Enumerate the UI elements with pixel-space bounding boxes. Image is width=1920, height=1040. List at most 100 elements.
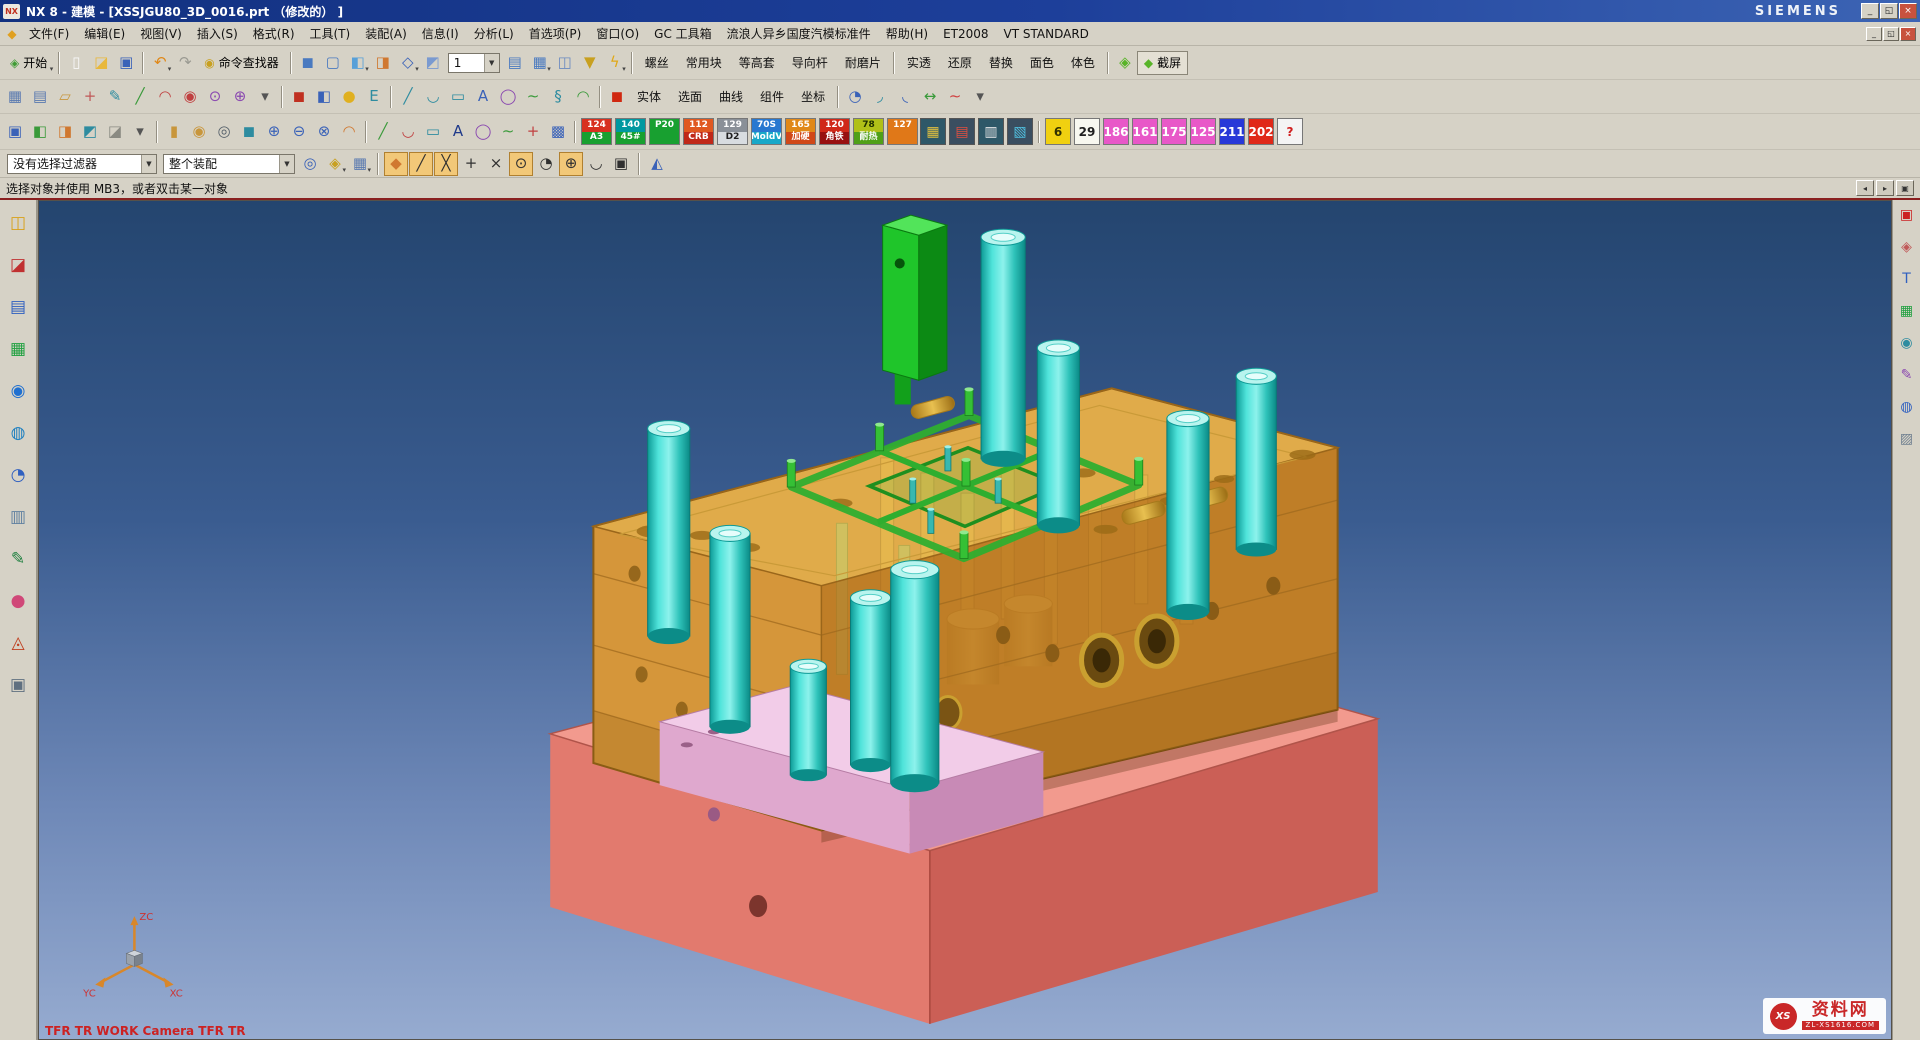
pattern-icon[interactable]: ▩: [546, 120, 570, 144]
common-block-button[interactable]: 常用块: [678, 52, 730, 74]
menu-gc-toolbox[interactable]: GC 工具箱: [647, 22, 719, 45]
menu-edit[interactable]: 编辑(E): [77, 22, 132, 45]
more-tools-icon[interactable]: ▾: [968, 85, 992, 109]
menu-tools[interactable]: 工具(T): [303, 22, 358, 45]
studio-render-icon[interactable]: ◧: [346, 51, 370, 75]
steel-tile-p20[interactable]: P20: [649, 118, 680, 145]
history-icon[interactable]: ◔: [5, 462, 32, 489]
menu-file[interactable]: 文件(F): [22, 22, 76, 45]
steel-tile-165[interactable]: 165加硬: [785, 118, 816, 145]
library-tile-2[interactable]: ▤: [949, 118, 975, 145]
mid-point-icon[interactable]: ╳: [434, 152, 458, 176]
hole-icon[interactable]: ◎: [212, 120, 236, 144]
mold-wizard-icon[interactable]: ▣: [3, 120, 27, 144]
layer-combo[interactable]: 1 ▼: [448, 53, 500, 73]
library-tile-1[interactable]: ▦: [920, 118, 946, 145]
process-studio-icon[interactable]: ▥: [5, 504, 32, 531]
restore-window-button[interactable]: ◱: [1880, 3, 1898, 19]
part-navigator-icon[interactable]: ▤: [5, 294, 32, 321]
graphics-window[interactable]: ZC XC YC TFR TR WORK Camera TFR TR XS 资料…: [38, 200, 1892, 1040]
insert-icon[interactable]: ◪: [103, 120, 127, 144]
combo-arrow-icon[interactable]: ▼: [141, 155, 156, 173]
ide-icon[interactable]: ✎: [5, 546, 32, 573]
rectangle-icon[interactable]: ▭: [446, 85, 470, 109]
constraint-navigator-icon[interactable]: ◪: [5, 252, 32, 279]
prompt-prev-icon[interactable]: ◂: [1856, 180, 1874, 196]
quick-tile-186[interactable]: 186: [1103, 118, 1129, 145]
control-point-icon[interactable]: +: [459, 152, 483, 176]
menu-format[interactable]: 格式(R): [246, 22, 302, 45]
view-layout-icon[interactable]: ▦: [3, 85, 27, 109]
steel-tile-120[interactable]: 120角铁: [819, 118, 850, 145]
capture-region-icon[interactable]: ◈: [1113, 51, 1137, 75]
orient-view-icon[interactable]: ◇: [396, 51, 420, 75]
quick-tile-161[interactable]: 161: [1132, 118, 1158, 145]
menu-help[interactable]: 帮助(H): [879, 22, 935, 45]
quick-tile-125[interactable]: 125: [1190, 118, 1216, 145]
arc-icon[interactable]: ◠: [153, 85, 177, 109]
existing-point-icon[interactable]: ⊕: [559, 152, 583, 176]
ellipse2-icon[interactable]: ◯: [471, 120, 495, 144]
details-panel-icon[interactable]: ▣: [5, 672, 32, 699]
dependencies-icon[interactable]: ◬: [5, 630, 32, 657]
replace-button[interactable]: 替换: [981, 52, 1021, 74]
shell-icon[interactable]: ●: [337, 85, 361, 109]
selection-filter-combo[interactable]: 没有选择过滤器 ▼: [7, 154, 157, 174]
steel-tile-112-crb[interactable]: 112CRB: [683, 118, 714, 145]
j-curve-icon[interactable]: ◞: [868, 85, 892, 109]
command-finder-button[interactable]: ◉ 命令查找器: [197, 51, 286, 75]
dialog-rail-icon[interactable]: ▣: [1896, 180, 1914, 196]
library-tile-3[interactable]: ▥: [978, 118, 1004, 145]
rect2-icon[interactable]: ▭: [421, 120, 445, 144]
curve-filter-button[interactable]: 曲线: [711, 86, 751, 108]
move-object-icon[interactable]: ◫: [553, 51, 577, 75]
red-spline-icon[interactable]: ∼: [943, 85, 967, 109]
arc2-icon[interactable]: ◡: [396, 120, 420, 144]
layer-settings-icon[interactable]: ▤: [503, 51, 527, 75]
solid-filter-button[interactable]: 实体: [629, 86, 669, 108]
web-browser-icon[interactable]: ◍: [5, 420, 32, 447]
roles-icon[interactable]: ●: [5, 588, 32, 615]
menu-insert[interactable]: 插入(S): [190, 22, 245, 45]
grid-snap-icon[interactable]: ▦: [1895, 299, 1918, 322]
unite-icon[interactable]: ⊕: [262, 120, 286, 144]
line2-icon[interactable]: ╱: [371, 120, 395, 144]
mold-more-icon[interactable]: ▾: [128, 120, 152, 144]
spline2-icon[interactable]: ∼: [496, 120, 520, 144]
ellipse-icon[interactable]: ◯: [496, 85, 520, 109]
datum-csys-icon[interactable]: +: [78, 85, 102, 109]
block-icon[interactable]: ◼: [237, 120, 261, 144]
snapshot-view-icon[interactable]: ◩: [421, 51, 445, 75]
filter-icon[interactable]: ▼: [578, 51, 602, 75]
extrude-icon[interactable]: ▮: [162, 120, 186, 144]
text-icon[interactable]: A: [471, 85, 495, 109]
point2-icon[interactable]: +: [521, 120, 545, 144]
menu-analysis[interactable]: 分析(L): [467, 22, 521, 45]
selection-radius-icon[interactable]: ◎: [298, 152, 322, 176]
profile-icon[interactable]: ╱: [128, 85, 152, 109]
quick-tile-175[interactable]: 175: [1161, 118, 1187, 145]
pen-tool-icon[interactable]: ✎: [1895, 363, 1918, 386]
top-selection-icon[interactable]: ▦: [348, 152, 372, 176]
redo-icon[interactable]: ↷: [173, 51, 197, 75]
quick-tile-202[interactable]: 202: [1248, 118, 1274, 145]
subtract-icon[interactable]: ⊖: [287, 120, 311, 144]
quick-tile-help[interactable]: ?: [1277, 118, 1303, 145]
more-curves-icon[interactable]: ▾: [253, 85, 277, 109]
revolve-icon[interactable]: ◉: [187, 120, 211, 144]
mold-cavity-icon[interactable]: ◼: [287, 85, 311, 109]
undo-icon[interactable]: ↶: [148, 51, 172, 75]
guide-rod-button[interactable]: 导向杆: [784, 52, 836, 74]
combo-arrow-icon[interactable]: ▼: [279, 155, 294, 173]
menu-vt-standard[interactable]: VT STANDARD: [997, 24, 1096, 44]
wear-plate-button[interactable]: 耐磨片: [837, 52, 889, 74]
menu-custom-standard[interactable]: 流浪人异乡国度汽模标准件: [720, 22, 878, 45]
measure-icon[interactable]: ◔: [843, 85, 867, 109]
menu-assemblies[interactable]: 装配(A): [358, 22, 414, 45]
edge-blend-icon[interactable]: ◠: [337, 120, 361, 144]
workpiece-icon[interactable]: ◧: [312, 85, 336, 109]
sheet-icon[interactable]: ▤: [28, 85, 52, 109]
options-icon[interactable]: ▨: [1895, 427, 1918, 450]
screw-button[interactable]: 螺丝: [637, 52, 677, 74]
restore-button[interactable]: 还原: [940, 52, 980, 74]
